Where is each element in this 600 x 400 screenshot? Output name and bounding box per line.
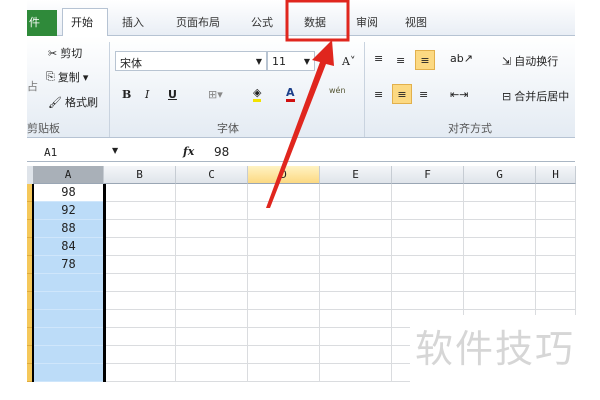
highlight-box [285, 0, 350, 42]
arrow-icon [266, 40, 334, 208]
annotation-overlay [266, 0, 350, 208]
